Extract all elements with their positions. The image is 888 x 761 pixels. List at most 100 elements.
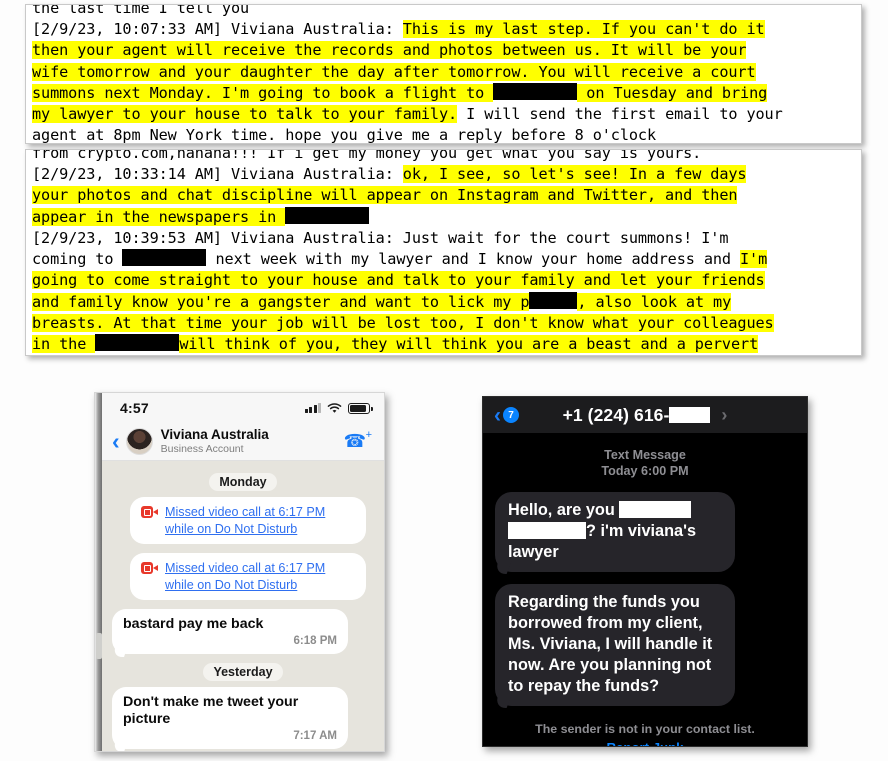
message-text: bastard pay me back [123,616,264,632]
message-bubble[interactable]: Hello, are you ? i'm viviana's lawyer [495,492,735,572]
missed-call-row: Missed video call at 6:17 PM while on Do… [141,560,355,593]
contact-name: Viviana Australia [160,427,269,443]
message-type-label: Text Message [604,448,686,462]
plain-text: next week with my lawyer and I know your… [206,250,741,269]
phone-number-text: +1 (224) 616- [562,404,670,425]
chat-log-line: in the will think of you, they will thin… [32,334,855,355]
chat-log-panel-1: the last time I tell you [2/9/23, 10:07:… [25,4,862,144]
back-chevron-icon[interactable]: ‹ [112,430,120,453]
highlighted-text: in the [32,335,96,354]
chat-log-line: your photos and chat discipline will app… [32,185,855,206]
missed-call-link[interactable]: Missed video call at 6:17 PM while on Do… [165,504,355,537]
plain-text: [2/9/23, 10:07:33 AM] Viviana Australia: [32,20,403,38]
day-separator-label: Yesterday [203,663,283,681]
back-button[interactable]: ‹ 7 [494,405,519,426]
phone-bezel-edge [95,393,102,751]
battery-icon [348,402,373,414]
report-junk-link[interactable]: Report Junk [495,740,795,746]
redaction-block [285,206,370,224]
junk-footer: The sender is not in your contact list. … [495,722,795,746]
message-text: Hello, are you [508,501,620,519]
chat-log-line: and family know you're a gangster and wa… [32,291,855,313]
plain-text: agent at 8pm New York time. hope you giv… [32,126,657,144]
missed-call-bubble[interactable]: Missed video call at 6:17 PM while on Do… [130,553,366,600]
chat-log-lines: [2/9/23, 10:07:33 AM] Viviana Australia:… [32,19,855,144]
chat-log-line: breasts. At that time your job will be l… [32,313,855,334]
missed-call-row: Missed video call at 6:17 PM while on Do… [141,504,355,537]
plain-text: I will send the first email to your [457,105,783,124]
status-icons [304,402,373,414]
message-text: Regarding the funds you borrowed from my… [508,593,713,695]
chat-log-line: wife tomorrow and your daughter the day … [32,62,855,83]
highlighted-text: on Tuesday and bring [577,83,768,102]
phone-screenshot-left: 4:57 ‹ Viviana Australia Business Accoun… [94,392,385,752]
highlighted-text: wife tomorrow and your daughter the day … [32,62,756,81]
redaction-block [669,406,711,423]
day-separator: Yesterday [112,663,374,681]
redaction-block [122,249,207,267]
status-time: 4:57 [120,400,149,416]
highlighted-text: ok, I see, so let's see! In a few days [402,165,747,183]
chat-log-line: [2/9/23, 10:07:33 AM] Viviana Australia:… [32,19,855,40]
conversation-header: ‹ Viviana Australia Business Account ☎ + [102,423,384,461]
message-bubble[interactable]: Regarding the funds you borrowed from my… [495,584,735,706]
missed-call-bubble[interactable]: Missed video call at 6:17 PM while on Do… [130,497,366,544]
avatar[interactable] [125,428,153,455]
chat-log-line: appear in the newspapers in [32,206,855,228]
redaction-block [529,291,578,309]
chat-log-line: going to come straight to your house and… [32,270,855,291]
redaction-block [619,501,692,518]
missed-video-call-icon [141,562,158,574]
highlighted-text: my lawyer to your house to talk to your … [32,105,458,124]
message-text: Don't make me tweet your picture [123,694,299,727]
message-time: 7:17 AM [293,730,337,742]
clipped-line-top: the last time I tell you [32,5,855,19]
unread-badge: 7 [503,407,519,423]
highlighted-text: breasts. At that time your job will be l… [32,314,774,333]
plain-text: [2/9/23, 10:39:53 AM] Viviana Australia:… [32,228,729,247]
highlighted-text: This is my last step. If you can't do it [402,20,765,38]
redaction-block [493,82,578,100]
plain-text: coming to [32,250,123,269]
highlighted-text: appear in the newspapers in [32,207,286,226]
contact-subtitle: Business Account [160,442,244,455]
ghost-line-text: from crypto.com,hahaha!!! If i get my mo… [32,150,702,162]
redaction-block [508,522,586,539]
message-timestamp-header: Text Message Today 6:00 PM [495,447,795,479]
day-separator: Monday [112,473,374,491]
highlighted-text: , also look at my [577,292,732,311]
redaction-block [95,334,180,352]
message-time-label: Today 6:00 PM [601,464,689,478]
contact-info[interactable]: Viviana Australia Business Account [161,428,344,454]
screenshot-page: the last time I tell you [2/9/23, 10:07:… [0,0,888,761]
missed-call-link[interactable]: Missed video call at 6:17 PM while on Do… [165,560,355,593]
conversation-title: +1 (224) 616- [563,405,711,426]
add-call-icon[interactable]: ☎ + [344,429,372,452]
message-list: Text Message Today 6:00 PM Hello, are yo… [483,433,807,746]
message-bubble[interactable]: bastard pay me back 6:18 PM [112,609,348,654]
plain-text: [2/9/23, 10:33:14 AM] Viviana Australia: [32,165,403,183]
status-bar: 4:57 [102,393,384,423]
wifi-icon [327,402,342,413]
message-bubble[interactable]: Don't make me tweet your picture 7:17 AM [112,687,348,749]
chat-log-line: [2/9/23, 10:39:53 AM] Viviana Australia:… [32,228,855,249]
highlighted-text: going to come straight to your house and… [32,271,765,290]
chat-log-line: [2/9/23, 10:33:14 AM] Viviana Australia:… [32,164,855,185]
message-time: 6:18 PM [293,635,337,647]
forward-chevron-icon[interactable]: › [721,405,727,426]
clipped-line-top: from crypto.com,hahaha!!! If i get my mo… [32,150,855,164]
cellular-bars-icon [304,403,321,413]
chat-log-panel-2: from crypto.com,hahaha!!! If i get my mo… [25,149,862,356]
back-chevron-icon: ‹ [494,403,501,427]
bubbles-container: Hello, are you ? i'm viviana's lawyer Reg… [495,492,795,706]
sender-not-in-contacts-note: The sender is not in your contact list. [535,722,755,736]
chat-log-line: agent at 8pm New York time. hope you giv… [32,125,855,144]
ghost-line-text: the last time I tell you [32,5,250,17]
highlighted-text: then your agent will receive the records… [32,41,747,60]
missed-video-call-icon [141,506,158,518]
chat-log-line: coming to next week with my lawyer and I… [32,249,855,270]
day-separator-label: Monday [209,473,277,491]
highlighted-text: your photos and chat discipline will app… [32,186,738,205]
highlighted-text: summons next Monday. I'm going to book a… [32,83,494,102]
chat-log-line: my lawyer to your house to talk to your … [32,104,855,125]
